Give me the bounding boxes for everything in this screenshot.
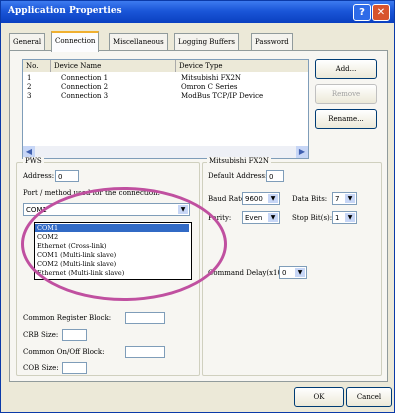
stop-bits-label: Stop Bit(s):	[292, 214, 333, 222]
pws-address-label: Address:	[23, 172, 55, 180]
data-bits-label: Data Bits:	[292, 195, 328, 203]
crb-field[interactable]	[125, 312, 165, 324]
row-2-no: 2	[27, 83, 32, 91]
tab-general[interactable]: General	[9, 33, 46, 50]
cob-label: Common On/Off Block:	[23, 348, 105, 356]
command-delay-select[interactable]: 0 ▼	[279, 266, 307, 279]
chevron-down-icon[interactable]: ▼	[268, 213, 278, 222]
chevron-down-icon[interactable]: ▼	[295, 268, 305, 277]
window-title: Application Properties	[8, 6, 122, 16]
default-address-field[interactable]: 0	[266, 170, 284, 182]
tab-password[interactable]: Password	[251, 33, 293, 50]
pws-group-title: PWS	[23, 157, 44, 165]
highlight-ellipse	[21, 187, 227, 301]
stop-bits-select[interactable]: 1 ▼	[332, 211, 357, 224]
row-1-name[interactable]: Connection 1	[61, 74, 108, 82]
row-3-name[interactable]: Connection 3	[61, 92, 108, 100]
application-properties-window: Application Properties ? ✕ General Conne…	[0, 0, 395, 413]
help-button[interactable]: ?	[353, 4, 371, 21]
parity-value: Even	[245, 214, 263, 222]
title-bar[interactable]: Application Properties ? ✕	[1, 1, 394, 23]
chevron-down-icon[interactable]: ▼	[345, 213, 355, 222]
chevron-down-icon[interactable]: ▼	[268, 194, 278, 203]
rename-button[interactable]: Rename...	[315, 109, 377, 129]
data-bits-select[interactable]: 7 ▼	[332, 192, 357, 205]
baud-rate-select[interactable]: 9600 ▼	[242, 192, 280, 205]
baud-rate-value: 9600	[245, 195, 263, 203]
chevron-down-icon[interactable]: ▼	[345, 194, 355, 203]
ok-button[interactable]: OK	[294, 387, 344, 407]
pws-address-field[interactable]: 0	[55, 170, 79, 182]
row-2-name[interactable]: Connection 2	[61, 83, 108, 91]
stop-bits-value: 1	[335, 214, 340, 222]
column-header-no[interactable]: No.	[23, 60, 51, 72]
row-2-type: Omron C Series	[181, 83, 238, 91]
cancel-button[interactable]: Cancel	[346, 387, 392, 407]
crb-size-field[interactable]	[62, 329, 87, 341]
add-button[interactable]: Add...	[315, 59, 377, 79]
row-1-type: Mitsubishi FX2N	[181, 74, 242, 82]
cob-size-field[interactable]	[62, 362, 87, 374]
device-group-title: Mitsubishi FX2N	[207, 157, 272, 165]
crb-size-label: CRB Size:	[23, 331, 59, 339]
row-3-no: 3	[27, 92, 32, 100]
row-1-no: 1	[27, 74, 32, 82]
scroll-right-icon[interactable]: ▶	[296, 146, 308, 158]
parity-select[interactable]: Even ▼	[242, 211, 280, 224]
connection-list[interactable]: No. Device Name Device Type 1 Connection…	[22, 59, 309, 159]
remove-button[interactable]: Remove	[315, 84, 377, 104]
tab-miscellaneous[interactable]: Miscellaneous	[109, 33, 168, 50]
data-bits-value: 7	[335, 195, 340, 203]
column-header-device-type[interactable]: Device Type	[176, 60, 308, 72]
cob-field[interactable]	[125, 346, 165, 358]
column-header-device-name[interactable]: Device Name	[51, 60, 176, 72]
default-address-label: Default Address:	[208, 172, 268, 180]
row-3-type: ModBus TCP/IP Device	[181, 92, 264, 100]
command-delay-value: 0	[282, 269, 287, 277]
crb-label: Common Register Block:	[23, 314, 112, 322]
cob-size-label: COB Size:	[23, 364, 59, 372]
tab-logging-buffers[interactable]: Logging Buffers	[174, 33, 239, 50]
tab-connection[interactable]: Connection	[51, 31, 100, 52]
close-button[interactable]: ✕	[372, 4, 390, 21]
